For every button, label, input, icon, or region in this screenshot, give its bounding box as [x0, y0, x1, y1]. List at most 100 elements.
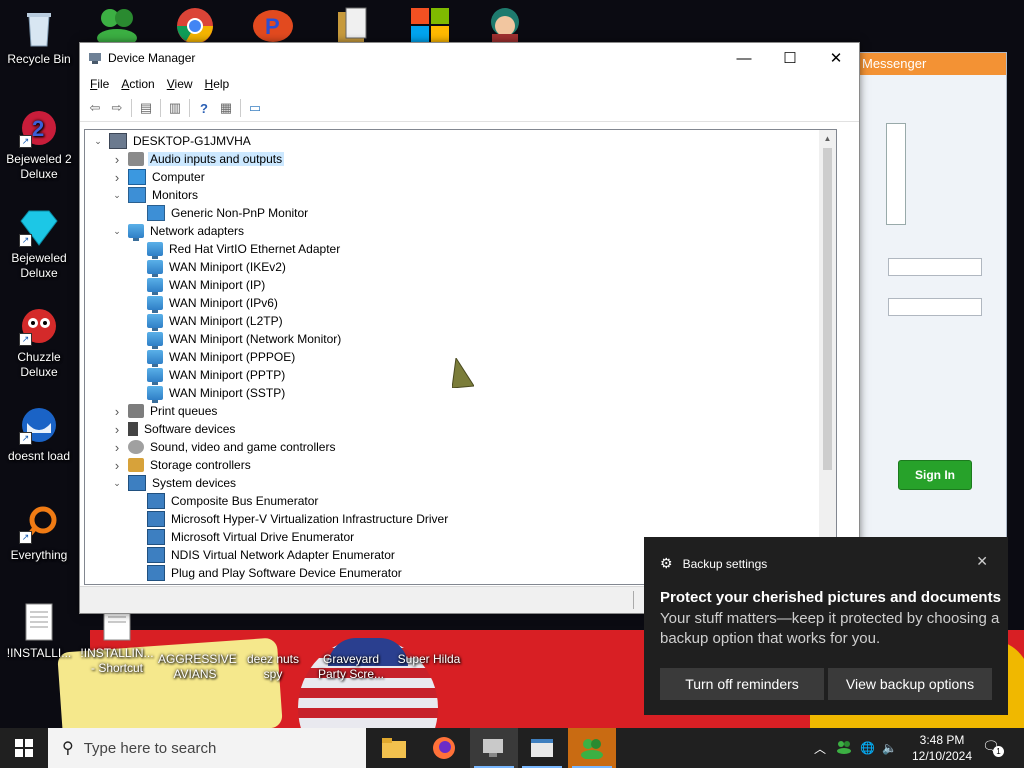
backup-notification[interactable]: ⚙ Backup settings ✕ Protect your cherish… — [644, 537, 1008, 715]
taskbar-messenger[interactable] — [568, 728, 616, 768]
collapse-chevron-icon[interactable]: ⌄ — [91, 132, 105, 150]
start-button[interactable] — [0, 728, 48, 768]
tree-item[interactable]: Composite Bus Enumerator — [129, 492, 320, 510]
messenger-tray-icon[interactable] — [836, 740, 860, 757]
vertical-scrollbar[interactable]: ▲▼ — [819, 130, 836, 584]
character-icon[interactable] — [480, 4, 530, 44]
action-pane-icon[interactable]: ▦ — [215, 97, 237, 119]
tree-item[interactable]: Generic Non-PnP Monitor — [129, 204, 310, 222]
desktop-icon-graveyard[interactable]: Graveyard Party Scre... — [314, 652, 388, 682]
scroll-thumb[interactable] — [823, 148, 832, 470]
help-icon[interactable]: ? — [193, 97, 215, 119]
action-center-button[interactable]: 🗨 1 — [982, 738, 1004, 758]
tree-item[interactable]: Microsoft Virtual Drive Enumerator — [129, 528, 356, 546]
archive-icon[interactable] — [332, 4, 382, 44]
view-backup-options-button[interactable]: View backup options — [828, 668, 992, 700]
desktop-icon-super-hilda[interactable]: Super Hilda — [392, 652, 466, 667]
tree-item[interactable]: WAN Miniport (PPTP) — [129, 366, 287, 385]
device-tree[interactable]: ⌄ DESKTOP-G1JMVHA › Audio inputs and output… — [84, 129, 837, 585]
tree-item[interactable]: WAN Miniport (SSTP) — [129, 384, 287, 403]
expand-chevron-icon[interactable]: › — [110, 168, 124, 186]
shortcut-arrow-icon: ↗ — [19, 333, 32, 346]
tree-item[interactable]: › Computer — [110, 168, 207, 186]
taskbar-app-window[interactable] — [518, 728, 566, 768]
messenger-dropdown[interactable] — [888, 258, 982, 276]
desktop-icon-recycle-bin[interactable]: Recycle Bin — [2, 8, 76, 67]
expand-chevron-icon[interactable]: › — [110, 402, 124, 420]
desktop-icon-chuzzle[interactable]: ↗ Chuzzle Deluxe — [2, 306, 76, 380]
taskbar-firefox[interactable] — [420, 728, 468, 768]
desktop-icon-installer[interactable]: !INSTALLI... — [2, 602, 76, 661]
back-icon[interactable]: ⇦ — [84, 97, 106, 119]
tree-item[interactable]: Microsoft Hyper-V Virtualization Infrast… — [129, 510, 450, 528]
properties-icon[interactable]: ▥ — [164, 97, 186, 119]
taskbar-search[interactable]: ⚲ Type here to search — [48, 728, 366, 768]
desktop-icon-doesnt-load[interactable]: ↗ doesnt load — [2, 405, 76, 464]
tree-item[interactable]: WAN Miniport (Network Monitor) — [129, 330, 343, 349]
menu-view[interactable]: View — [161, 77, 199, 91]
tree-item[interactable]: Red Hat VirtIO Ethernet Adapter — [129, 240, 342, 259]
turn-off-reminders-button[interactable]: Turn off reminders — [660, 668, 824, 700]
close-icon[interactable]: ✕ — [976, 553, 988, 570]
tree-item[interactable]: ⌄ Monitors — [110, 186, 200, 204]
tree-item[interactable]: WAN Miniport (L2TP) — [129, 312, 285, 331]
expand-chevron-icon[interactable]: › — [110, 456, 124, 474]
chevron-up-icon[interactable]: ︿ — [814, 740, 832, 757]
game-icon[interactable]: P — [248, 4, 298, 44]
tree-item[interactable]: › Storage controllers — [110, 456, 253, 474]
desktop-icon-deez-nuts-spy[interactable]: deez nuts spy — [236, 652, 310, 682]
desktop-icon-everything[interactable]: ↗ Everything — [2, 504, 76, 563]
show-hide-console-tree-icon[interactable]: ▤ — [135, 97, 157, 119]
forward-icon[interactable]: ⇨ — [106, 97, 128, 119]
title-bar[interactable]: Device Manager — ☐ ✕ — [80, 43, 859, 73]
tree-item[interactable]: WAN Miniport (IPv6) — [129, 294, 280, 313]
tree-item[interactable]: ⌄ System devices — [110, 474, 238, 492]
tree-item[interactable]: ⌄ Network adapters — [110, 222, 246, 241]
tree-item[interactable]: ⌄ DESKTOP-G1JMVHA — [91, 132, 253, 150]
chrome-icon[interactable] — [170, 4, 220, 44]
collapse-chevron-icon[interactable]: ⌄ — [110, 222, 124, 240]
expand-chevron-icon[interactable]: › — [110, 420, 124, 438]
tree-item[interactable]: › Sound, video and game controllers — [110, 438, 337, 456]
tree-item[interactable]: › Audio inputs and outputs — [110, 150, 285, 168]
collapse-chevron-icon[interactable]: ⌄ — [110, 186, 124, 204]
volume-icon[interactable]: 🔈 — [882, 741, 904, 755]
expand-chevron-icon[interactable]: › — [110, 150, 124, 168]
tree-item[interactable]: WAN Miniport (IKEv2) — [129, 258, 288, 277]
taskbar: ⚲ Type here to search ︿ 🌐 🔈 3:48 PM 12/1… — [0, 728, 1024, 768]
collapse-chevron-icon[interactable]: ⌄ — [110, 474, 124, 492]
sign-in-button[interactable]: Sign In — [898, 460, 972, 490]
tree-item-label: WAN Miniport (IPv6) — [169, 296, 278, 310]
scan-hardware-icon[interactable]: ▭ — [244, 97, 266, 119]
desktop-icon-aggressive-avians[interactable]: AGGRESSIVE AVIANS — [158, 652, 237, 682]
menu-help[interactable]: Help — [199, 77, 236, 91]
taskbar-device-manager[interactable] — [470, 728, 518, 768]
desktop-icon-bejeweled-2[interactable]: 2 ↗ Bejeweled 2 Deluxe — [2, 108, 76, 182]
tree-item-label: WAN Miniport (PPTP) — [169, 368, 286, 382]
expand-chevron-icon[interactable]: › — [110, 438, 124, 456]
menu-file[interactable]: File — [84, 77, 115, 91]
tree-item[interactable]: WAN Miniport (IP) — [129, 276, 267, 295]
tree-item[interactable]: WAN Miniport (PPPOE) — [129, 348, 297, 367]
windows-logo-icon[interactable] — [406, 4, 456, 44]
maximize-button[interactable]: ☐ — [767, 43, 813, 73]
messenger-people-icon[interactable] — [92, 4, 142, 47]
tree-item[interactable]: NDIS Virtual Network Adapter Enumerator — [129, 546, 397, 564]
tree-item[interactable]: › Software devices — [110, 420, 237, 438]
taskbar-file-explorer[interactable] — [370, 728, 418, 768]
device-manager-window[interactable]: Device Manager — ☐ ✕ File Action View He… — [79, 42, 860, 614]
window-title: Device Manager — [108, 51, 196, 65]
tree-item[interactable]: › Print queues — [110, 402, 219, 420]
menu-action[interactable]: Action — [115, 77, 160, 91]
everything-search-icon: ↗ — [19, 504, 59, 544]
scroll-up-arrow-icon[interactable]: ▲ — [819, 130, 836, 147]
close-button[interactable]: ✕ — [813, 43, 859, 73]
desktop-icon-bejeweled[interactable]: ↗ Bejeweled Deluxe — [2, 207, 76, 281]
tree-item[interactable]: Plug and Play Software Device Enumerator — [129, 564, 404, 582]
messenger-password-field[interactable] — [888, 298, 982, 316]
clock[interactable]: 3:48 PM 12/10/2024 — [910, 732, 974, 764]
network-icon[interactable]: 🌐 — [860, 741, 882, 755]
minimize-button[interactable]: — — [721, 43, 767, 73]
messenger-window[interactable]: Messenger Sign In — [855, 52, 1007, 614]
desktop-icon-label: Recycle Bin — [7, 52, 71, 66]
